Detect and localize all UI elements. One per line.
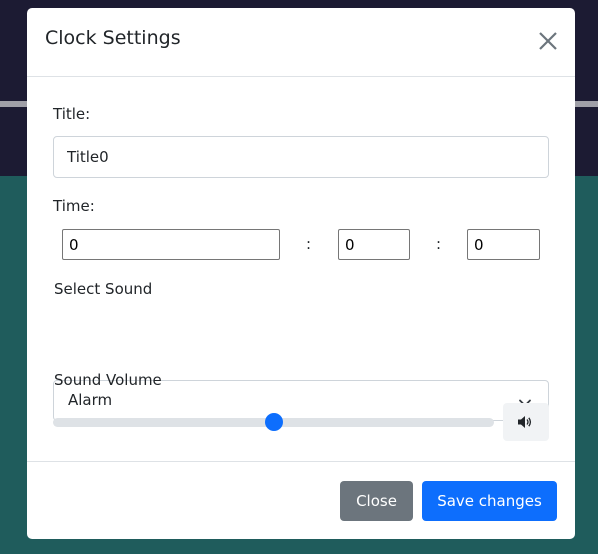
time-label: Time:: [53, 197, 95, 215]
volume-slider-thumb[interactable]: [264, 413, 283, 431]
title-input[interactable]: [53, 136, 549, 178]
title-label: Title:: [53, 105, 91, 123]
hours-input[interactable]: [62, 229, 280, 260]
modal-footer: Close Save changes: [27, 461, 575, 539]
minutes-input[interactable]: [338, 229, 410, 260]
speaker-button[interactable]: [503, 403, 549, 441]
modal-body: Title: Time: : : Select Sound Alarm Soun…: [27, 77, 575, 462]
modal-title: Clock Settings: [45, 27, 181, 49]
time-separator: :: [436, 235, 442, 253]
close-button[interactable]: Close: [340, 481, 413, 521]
time-separator: :: [306, 235, 312, 253]
sound-volume-label: Sound Volume: [54, 371, 162, 389]
seconds-input[interactable]: [467, 229, 540, 260]
clock-settings-modal: Clock Settings Title: Time: : : Select S…: [27, 8, 575, 539]
select-sound-label: Select Sound: [54, 280, 153, 298]
save-changes-button[interactable]: Save changes: [422, 481, 557, 521]
close-icon[interactable]: [537, 30, 559, 52]
modal-header: Clock Settings: [27, 8, 575, 77]
sound-select-value: Alarm: [68, 391, 113, 409]
